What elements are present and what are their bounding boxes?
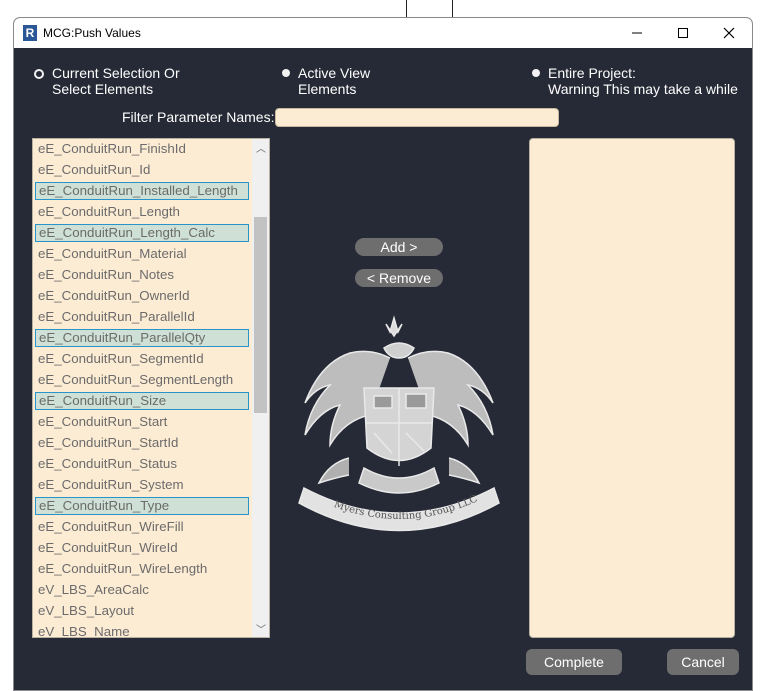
parameter-list-item[interactable]: eE_ConduitRun_SegmentId (35, 350, 249, 368)
radio-entire-project[interactable]: Entire Project: Warning This may take a w… (532, 65, 738, 97)
radio-unchecked-icon (34, 69, 44, 79)
company-crest-logo: Myers Consulting Group LLC (298, 315, 500, 532)
parameter-list-item[interactable]: eV_LBS_AreaCalc (35, 581, 249, 599)
parameter-list-item[interactable]: eE_ConduitRun_ParallelQty (35, 329, 249, 347)
revit-app-icon: R (23, 25, 37, 41)
close-button[interactable] (706, 18, 752, 48)
parameter-list-item[interactable]: eE_ConduitRun_WireFill (35, 518, 249, 536)
parameter-list-item[interactable]: eE_ConduitRun_Installed_Length (35, 182, 249, 200)
parameter-list-item[interactable]: eE_ConduitRun_FinishId (35, 140, 249, 158)
maximize-icon (678, 28, 688, 38)
parameter-list-item[interactable]: eE_ConduitRun_WireId (35, 539, 249, 557)
background-line (452, 0, 453, 18)
parameter-list[interactable]: eE_ConduitRun_FinishId eE_ConduitRun_Id eE… (32, 138, 270, 638)
radio-label-line: Entire Project: (548, 65, 636, 81)
add-button[interactable]: Add > (355, 238, 443, 256)
radio-active-view[interactable]: Active View Elements (282, 65, 370, 97)
background-line (406, 0, 407, 18)
radio-label-line: Current Selection Or (52, 65, 180, 81)
parameter-list-item[interactable]: eE_ConduitRun_Length (35, 203, 249, 221)
parameter-list-item[interactable]: eV_LBS_Layout (35, 602, 249, 620)
parameter-list-item[interactable]: eE_ConduitRun_Length_Calc (35, 224, 249, 242)
parameter-list-item[interactable]: eE_ConduitRun_OwnerId (35, 287, 249, 305)
parameter-list-item[interactable]: eE_ConduitRun_Status (35, 455, 249, 473)
filter-label: Filter Parameter Names: (122, 109, 275, 125)
minimize-button[interactable] (614, 18, 660, 48)
radio-label-line: Select Elements (52, 81, 154, 97)
parameter-list-item[interactable]: eE_ConduitRun_System (35, 476, 249, 494)
parameter-list-item[interactable]: eE_ConduitRun_WireLength (35, 560, 249, 578)
scrollbar[interactable]: ︿ ﹀ (252, 139, 269, 637)
maximize-button[interactable] (660, 18, 706, 48)
radio-label-line: Active View (298, 65, 371, 81)
cancel-button[interactable]: Cancel (667, 649, 739, 675)
scrollbar-thumb[interactable] (254, 217, 267, 413)
dialog-window: R MCG:Push Values Current Selection Or Se… (13, 17, 753, 691)
radio-label-line: Warning This may take a while (548, 81, 738, 97)
title-bar[interactable]: R MCG:Push Values (14, 18, 752, 48)
parameter-list-item[interactable]: eV_LBS_Name (35, 623, 249, 637)
parameter-list-item[interactable]: eE_ConduitRun_SegmentLength (35, 371, 249, 389)
radio-checked-icon (532, 69, 540, 77)
parameter-list-item[interactable]: eE_ConduitRun_Notes (35, 266, 249, 284)
parameter-list-item[interactable]: eE_ConduitRun_ParallelId (35, 308, 249, 326)
filter-input[interactable] (275, 108, 559, 127)
parameter-list-item[interactable]: eE_ConduitRun_Type (35, 497, 249, 515)
parameter-list-item[interactable]: eE_ConduitRun_Size (35, 392, 249, 410)
selected-parameters-list[interactable] (529, 138, 735, 638)
radio-checked-icon (282, 69, 290, 77)
parameter-list-item[interactable]: eE_ConduitRun_Start (35, 413, 249, 431)
close-icon (723, 27, 735, 39)
scroll-down-icon[interactable]: ﹀ (256, 621, 266, 636)
parameter-list-item[interactable]: eE_ConduitRun_StartId (35, 434, 249, 452)
parameter-list-item[interactable]: eE_ConduitRun_Id (35, 161, 249, 179)
window-title: MCG:Push Values (43, 26, 141, 40)
scroll-up-icon[interactable]: ︿ (256, 140, 266, 155)
minimize-icon (632, 32, 642, 34)
parameter-list-item[interactable]: eE_ConduitRun_Material (35, 245, 249, 263)
radio-label-line: Elements (298, 81, 357, 97)
remove-button[interactable]: < Remove (355, 269, 443, 287)
radio-current-selection[interactable]: Current Selection Or Select Elements (34, 65, 180, 97)
complete-button[interactable]: Complete (526, 649, 622, 675)
